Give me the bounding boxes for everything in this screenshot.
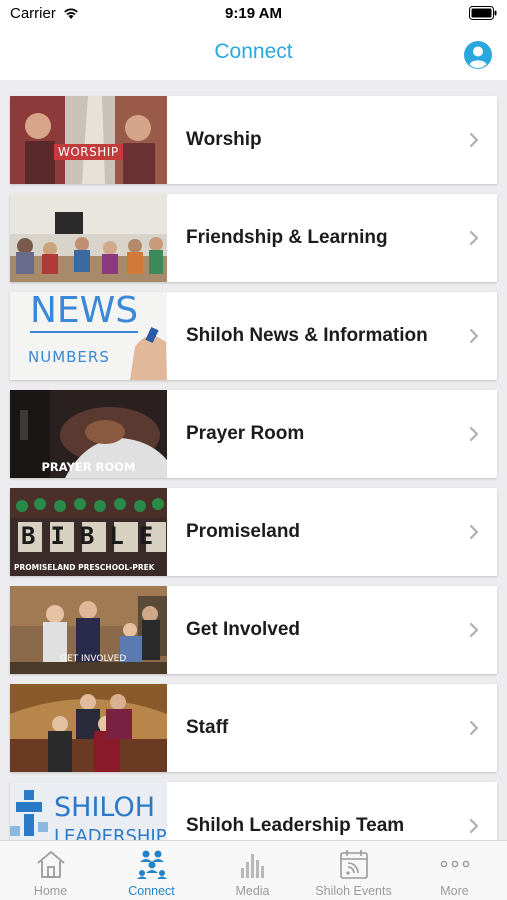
page-title: Connect bbox=[214, 40, 293, 63]
news-thumb-text: NEWS bbox=[30, 292, 139, 331]
list-item-label: Worship bbox=[186, 129, 262, 150]
prayer-room-thumbnail: PRAYER ROOM bbox=[10, 390, 167, 478]
list-item-label: Shiloh Leadership Team bbox=[186, 815, 405, 836]
tab-label: More bbox=[440, 884, 469, 898]
shiloh-leadership-thumbnail: SHILOH LEADERSHIP bbox=[10, 782, 167, 840]
promiseland-thumbnail: BIBLE PROMISELAND PRESCHOOL-PREK bbox=[10, 488, 167, 576]
get-involved-thumbnail: GET INVOLVED bbox=[10, 586, 167, 674]
tab-label: Connect bbox=[128, 884, 175, 898]
status-bar: Carrier 9:19 AM bbox=[0, 0, 507, 28]
list-item-shiloh-leadership[interactable]: SHILOH LEADERSHIP Shiloh Leadership Team bbox=[10, 782, 497, 840]
chevron-right-icon bbox=[469, 524, 479, 540]
list-item-label: Friendship & Learning bbox=[186, 227, 388, 248]
chevron-right-icon bbox=[469, 132, 479, 148]
shiloh-thumb-text: SHILOH bbox=[54, 792, 156, 823]
shiloh-news-thumbnail: NEWS NUMBERS bbox=[10, 292, 167, 380]
list-item-promiseland[interactable]: BIBLE PROMISELAND PRESCHOOL-PREK Promise… bbox=[10, 488, 497, 576]
list-item-prayer-room[interactable]: PRAYER ROOM Prayer Room bbox=[10, 390, 497, 478]
numbers-thumb-text: NUMBERS bbox=[28, 348, 110, 366]
tab-bar: Home Connect Media Shiloh Events More bbox=[0, 840, 507, 900]
list-item-staff[interactable]: Staff bbox=[10, 684, 497, 772]
home-icon bbox=[36, 851, 65, 878]
chevron-right-icon bbox=[469, 230, 479, 246]
promiseland-preschool-thumb-text: PROMISELAND PRESCHOOL-PREK bbox=[14, 563, 155, 572]
friendship-learning-thumbnail bbox=[10, 194, 167, 282]
chevron-right-icon bbox=[469, 622, 479, 638]
battery-icon bbox=[469, 6, 497, 20]
tab-shiloh-events[interactable]: Shiloh Events bbox=[303, 841, 404, 900]
worship-thumbnail: WORSHIP bbox=[10, 96, 167, 184]
tab-label: Media bbox=[235, 884, 270, 898]
more-icon bbox=[440, 860, 469, 868]
list-item-shiloh-news[interactable]: NEWS NUMBERS Shiloh News & Information bbox=[10, 292, 497, 380]
chevron-right-icon bbox=[469, 426, 479, 442]
prayer-room-thumb-text: PRAYER ROOM bbox=[41, 460, 136, 474]
worship-thumb-text: WORSHIP bbox=[54, 144, 123, 160]
tab-media[interactable]: Media bbox=[202, 841, 303, 900]
list-item-label: Staff bbox=[186, 717, 229, 738]
bible-thumb-text: BIBLE bbox=[21, 522, 167, 550]
media-icon bbox=[240, 854, 264, 878]
chevron-right-icon bbox=[469, 720, 479, 736]
calendar-rss-icon bbox=[339, 850, 368, 879]
status-time: 9:19 AM bbox=[225, 5, 282, 22]
profile-icon[interactable] bbox=[463, 40, 493, 70]
list-item-label: Shiloh News & Information bbox=[186, 325, 428, 346]
list-item-label: Prayer Room bbox=[186, 423, 305, 444]
tab-connect[interactable]: Connect bbox=[101, 841, 202, 900]
chevron-right-icon bbox=[469, 328, 479, 344]
connect-icon bbox=[136, 850, 167, 879]
nav-bar: Connect bbox=[0, 28, 507, 80]
connect-list: WORSHIP Worship Friendship & Learning NE… bbox=[0, 80, 507, 840]
staff-thumbnail bbox=[10, 684, 167, 772]
tab-label: Home bbox=[33, 884, 68, 898]
tab-home[interactable]: Home bbox=[0, 841, 101, 900]
list-item-friendship-learning[interactable]: Friendship & Learning bbox=[10, 194, 497, 282]
tab-label: Shiloh Events bbox=[315, 884, 392, 898]
list-item-label: Promiseland bbox=[186, 521, 301, 542]
list-item-get-involved[interactable]: GET INVOLVED Get Involved bbox=[10, 586, 497, 674]
list-item-label: Get Involved bbox=[186, 619, 301, 640]
list-item-worship[interactable]: WORSHIP Worship bbox=[10, 96, 497, 184]
tab-more[interactable]: More bbox=[404, 841, 505, 900]
chevron-right-icon bbox=[469, 818, 479, 834]
get-involved-thumb-text: GET INVOLVED bbox=[60, 654, 127, 664]
leadership-thumb-text: LEADERSHIP bbox=[54, 826, 167, 840]
